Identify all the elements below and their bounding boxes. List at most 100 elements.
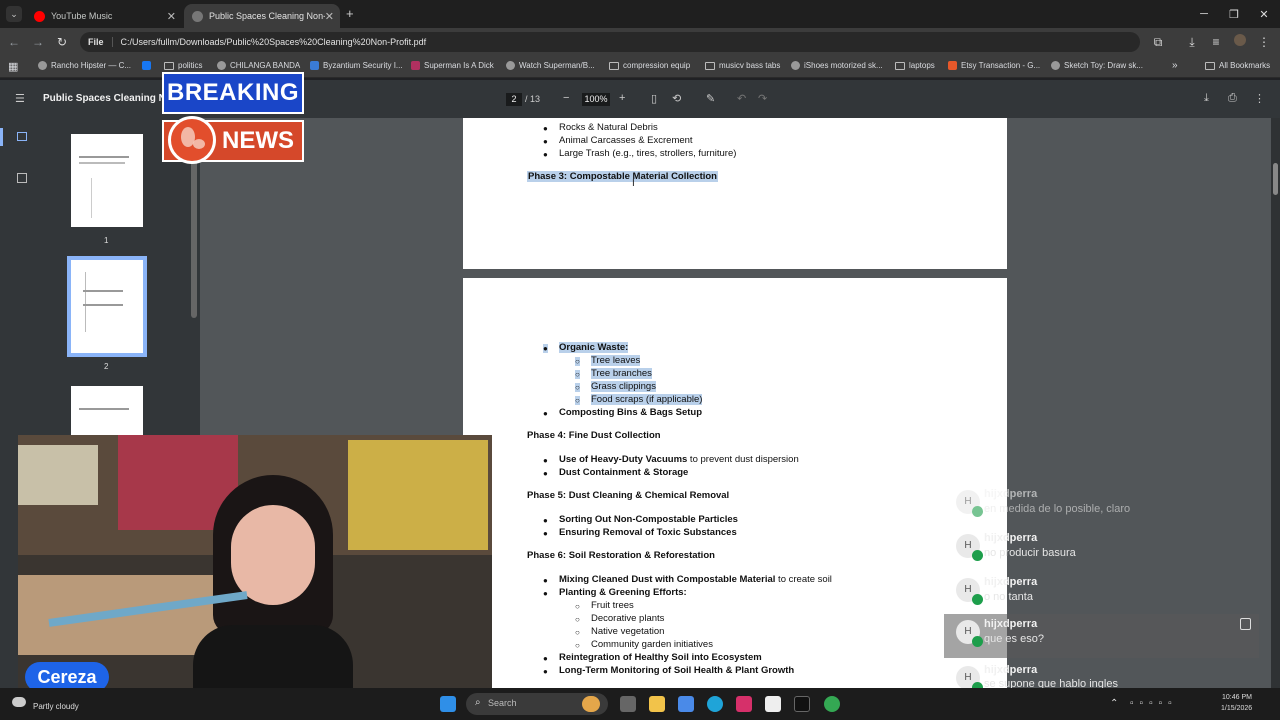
page-thumbnail-2[interactable] <box>71 260 143 353</box>
chevron-up-icon[interactable]: ⌃ <box>1110 698 1118 709</box>
avatar: H <box>956 578 983 605</box>
extensions-icon[interactable]: ⧉ <box>1150 34 1166 50</box>
bookmark-item[interactable]: Rancho Hipster — C... <box>38 61 131 70</box>
annotate-icon[interactable]: ✎ <box>706 92 715 105</box>
weather-text[interactable]: Partly cloudy <box>33 702 79 711</box>
undo-icon[interactable]: ↶ <box>737 92 746 105</box>
address-bar[interactable]: File C:/Users/fullm/Downloads/Public%20S… <box>80 32 1140 52</box>
bookmark-item[interactable]: Sketch Toy: Draw sk... <box>1051 61 1143 70</box>
chat-username: hijxdperra <box>984 576 1038 588</box>
globe-icon <box>791 61 800 70</box>
close-icon[interactable]: ✕ <box>167 10 176 23</box>
bookmark-item[interactable]: Etsy Transaction - G... <box>948 61 1040 70</box>
bookmark-folder[interactable]: politics <box>164 61 202 70</box>
pdf-title: Public Spaces Cleaning Non- <box>43 93 182 104</box>
taskbar: Partly cloudy ⌕ Search ⌃ ▫▫▫▫▫ 10:46 PM … <box>0 688 1280 720</box>
file-explorer-icon[interactable] <box>649 696 665 712</box>
chat-message: H hijxdperra no producir basura <box>944 528 1259 572</box>
chrome-icon[interactable] <box>824 696 840 712</box>
tab-pdf[interactable]: Public Spaces Cleaning Non-Pr ✕ <box>184 4 340 28</box>
tab-youtube-music[interactable]: YouTube Music ✕ <box>26 4 182 28</box>
outline-view-icon[interactable] <box>17 173 27 183</box>
pdf-text: Tree branches <box>591 368 652 379</box>
media-controls-icon[interactable]: ≡ <box>1208 34 1224 50</box>
pdf-text: Dust Containment & Storage <box>559 467 689 478</box>
sidebar-scrollbar[interactable] <box>191 158 197 318</box>
page-number-input[interactable]: 2 <box>506 93 522 106</box>
chevron-right-icon[interactable]: » <box>1172 60 1178 71</box>
pdf-text: Animal Carcasses & Excrement <box>559 135 693 146</box>
hamburger-menu-icon[interactable]: ☰ <box>15 92 25 105</box>
browser-menu-icon[interactable]: ⋮ <box>1256 34 1272 50</box>
amazon-icon[interactable] <box>765 696 781 712</box>
chat-text: en medida de lo posible, claro <box>984 503 1131 515</box>
clock-time[interactable]: 10:46 PM <box>1222 694 1252 701</box>
bookmark-item[interactable]: Byzantium Security I... <box>310 61 403 70</box>
windows-start-icon[interactable] <box>440 696 456 712</box>
download-icon[interactable]: ⤓ <box>1184 34 1200 50</box>
copilot-icon[interactable] <box>678 696 694 712</box>
pdf-text: Decorative plants <box>591 613 665 624</box>
forward-arrow-icon[interactable]: → <box>30 34 46 50</box>
bookmark-item[interactable]: iShoes motorized sk... <box>791 61 883 70</box>
fit-page-icon[interactable]: ▯ <box>651 92 657 105</box>
badge-icon <box>972 506 983 517</box>
profile-avatar[interactable] <box>1232 34 1248 50</box>
facebook-icon <box>142 61 151 70</box>
rotate-icon[interactable]: ⟲ <box>672 92 681 105</box>
edge-icon[interactable] <box>707 696 723 712</box>
bookmark-folder[interactable]: compression equip <box>609 61 690 70</box>
pdf-text: Long-Term Monitoring of Soil Health & Pl… <box>559 665 795 676</box>
search-highlight-icon <box>582 696 600 712</box>
bookmark-item[interactable]: CHILANGA BANDA <box>217 61 300 70</box>
pdf-text: Use of Heavy-Duty Vacuums to prevent dus… <box>559 454 799 465</box>
task-view-icon[interactable] <box>620 696 636 712</box>
print-icon[interactable]: ⎙ <box>1228 92 1237 105</box>
page-thumbnail-1[interactable] <box>71 134 143 227</box>
new-tab-button[interactable]: + <box>346 6 354 21</box>
pdf-heading: Phase 3: Compostable Material Collection <box>527 171 718 182</box>
redo-icon[interactable]: ↷ <box>758 92 767 105</box>
bookmark-item[interactable]: Watch Superman/B... <box>506 61 595 70</box>
page-thumbnail-3[interactable] <box>71 386 143 436</box>
folder-icon <box>609 61 619 70</box>
tab-search-button[interactable]: ⌄ <box>6 6 22 22</box>
zoom-input[interactable]: 100% <box>582 93 610 106</box>
restore-icon[interactable]: ❐ <box>1218 0 1250 28</box>
thumbnail-view-icon[interactable] <box>17 132 27 141</box>
thumbnail-label: 1 <box>104 236 109 245</box>
pdf-text: Sorting Out Non-Compostable Particles <box>559 514 738 525</box>
pdf-heading: Phase 6: Soil Restoration & Reforestatio… <box>527 550 715 561</box>
bookmark-item[interactable] <box>142 61 155 70</box>
globe-icon <box>38 61 47 70</box>
search-placeholder: Search <box>488 698 517 708</box>
folder-icon <box>1205 61 1215 70</box>
zoom-in-icon[interactable]: + <box>619 92 625 104</box>
close-window-icon[interactable]: ✕ <box>1248 0 1280 28</box>
taskbar-search[interactable]: ⌕ Search <box>466 693 608 715</box>
bookmark-folder[interactable]: laptops <box>895 61 935 70</box>
chat-username: hijxdperra <box>984 532 1038 544</box>
avatar: H <box>956 620 983 647</box>
pdf-text: Mixing Cleaned Dust with Compostable Mat… <box>559 574 832 585</box>
x-icon[interactable] <box>794 696 810 712</box>
all-bookmarks[interactable]: All Bookmarks <box>1205 61 1270 70</box>
back-arrow-icon[interactable]: ← <box>6 34 22 50</box>
instagram-icon[interactable] <box>736 696 752 712</box>
tray-icons[interactable]: ▫▫▫▫▫ <box>1130 698 1178 709</box>
more-options-icon[interactable]: ⋮ <box>1254 92 1265 105</box>
apps-icon[interactable]: ▦ <box>8 60 18 73</box>
reload-icon[interactable]: ↻ <box>54 34 70 50</box>
bookmark-item[interactable]: Superman Is A Dick <box>411 61 494 70</box>
close-icon[interactable]: ✕ <box>325 10 334 23</box>
bookmark-folder[interactable]: musicv bass tabs <box>705 61 780 70</box>
clock-date[interactable]: 1/15/2026 <box>1221 705 1252 712</box>
viewer-scrollbar[interactable] <box>1271 118 1280 688</box>
badge-icon <box>972 636 983 647</box>
zoom-out-icon[interactable]: − <box>563 92 569 104</box>
minimize-icon[interactable]: ─ <box>1188 0 1220 28</box>
pdf-text: Fruit trees <box>591 600 634 611</box>
download-icon[interactable]: ⤓ <box>1204 92 1209 105</box>
report-icon[interactable] <box>1240 618 1251 630</box>
globe-icon <box>192 10 203 22</box>
